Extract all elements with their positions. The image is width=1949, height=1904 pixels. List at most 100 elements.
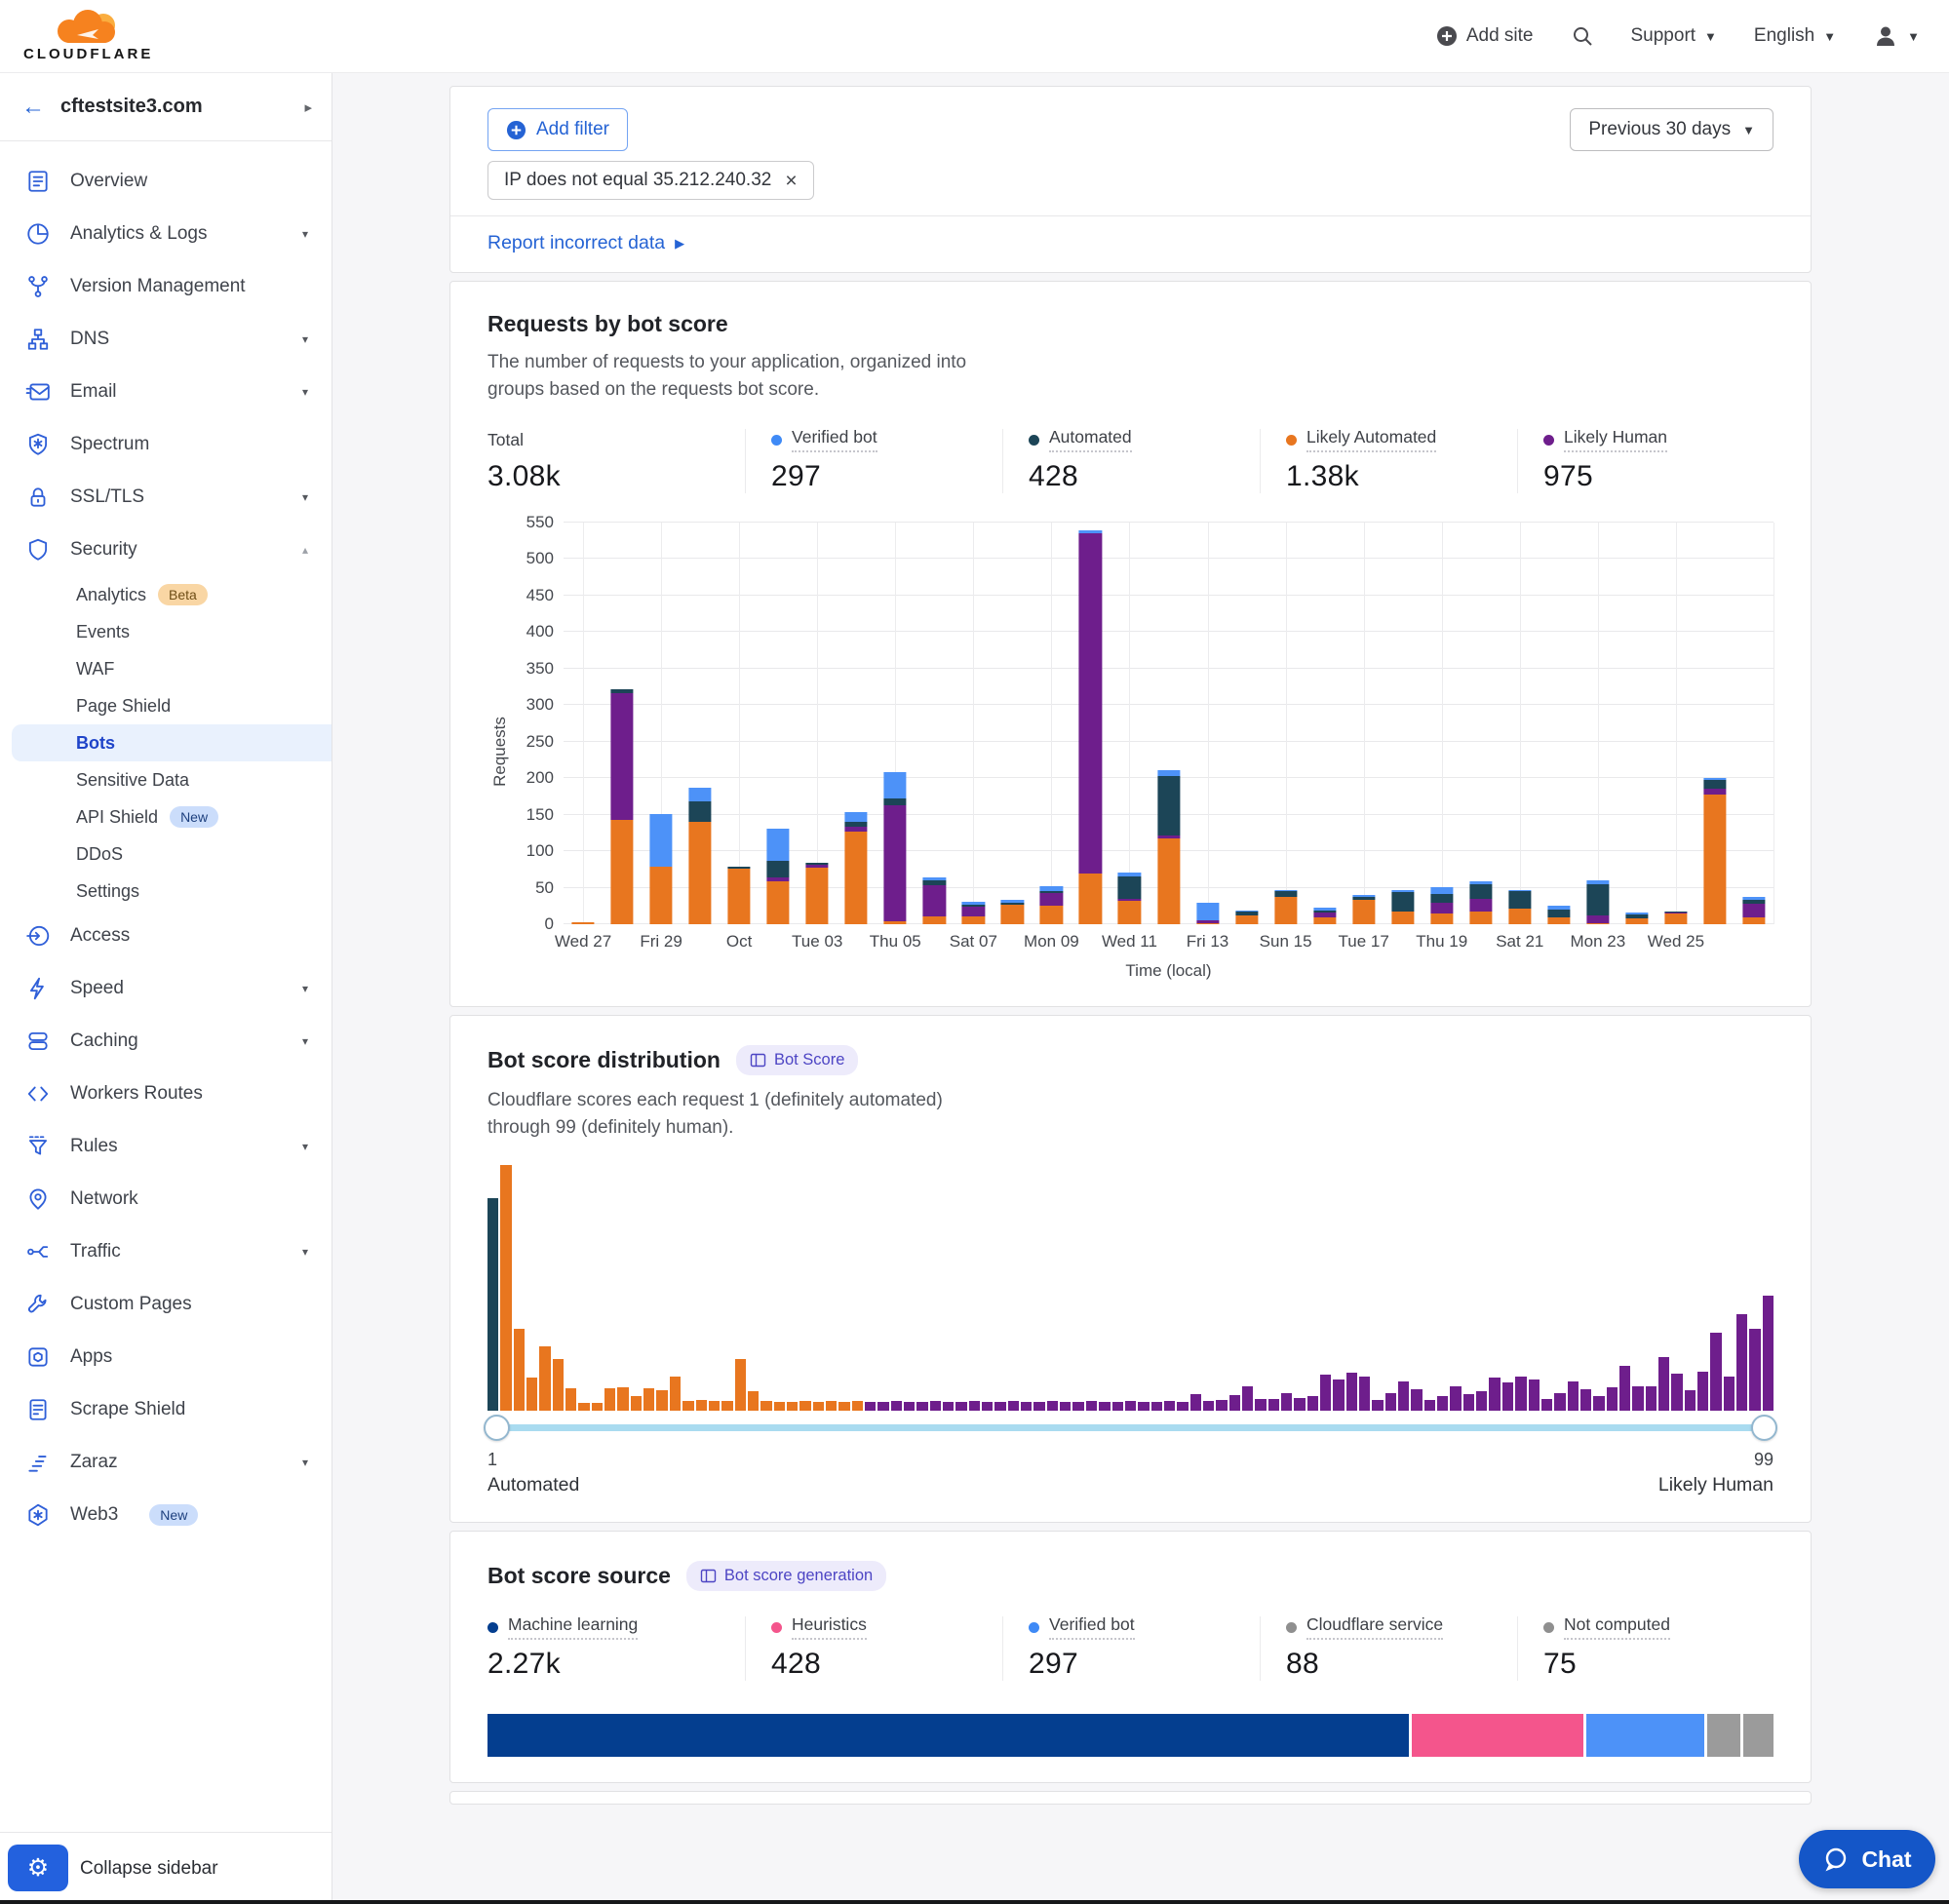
slider-track[interactable] (487, 1424, 1774, 1431)
filter-chip[interactable]: IP does not equal 35.212.240.32 × (487, 161, 814, 200)
sidebar-item-zaraz[interactable]: Zaraz▾ (0, 1436, 331, 1489)
sidebar-item-dns[interactable]: DNS▾ (0, 313, 331, 366)
bot-score-histogram (487, 1165, 1774, 1411)
sidebar-item-api-shield[interactable]: API ShieldNew (12, 798, 331, 835)
chat-button[interactable]: Chat (1799, 1830, 1935, 1888)
stacked-bar[interactable] (1352, 523, 1375, 924)
slider-handle-max[interactable] (1751, 1415, 1777, 1441)
stacked-bar[interactable] (1157, 523, 1180, 924)
sidebar-item-spectrum[interactable]: Spectrum (0, 418, 331, 471)
bar-segment-likely-automated (1196, 923, 1219, 924)
collapse-sidebar-button[interactable]: Collapse sidebar (80, 1858, 218, 1880)
histogram-bar-score-48 (1099, 1402, 1110, 1411)
sidebar-item-speed[interactable]: Speed▾ (0, 962, 331, 1015)
stacked-bar[interactable] (1469, 523, 1492, 924)
stacked-bar[interactable] (1625, 523, 1648, 924)
sidebar-item-network[interactable]: Network (0, 1173, 331, 1225)
sidebar-item-workers-routes[interactable]: Workers Routes (0, 1068, 331, 1120)
stacked-bar[interactable] (1547, 523, 1570, 924)
stacked-bar[interactable] (1430, 523, 1453, 924)
sidebar-item-caching[interactable]: Caching▾ (0, 1015, 331, 1068)
sidebar-item-version-management[interactable]: Version Management (0, 260, 331, 313)
cloudflare-logo[interactable]: CLOUDFLARE (23, 10, 153, 62)
stacked-bar[interactable] (1313, 523, 1336, 924)
sidebar-item-settings[interactable]: Settings (12, 873, 331, 910)
stacked-bar[interactable] (1508, 523, 1531, 924)
stacked-bar[interactable] (610, 523, 633, 924)
close-icon[interactable]: × (785, 171, 797, 191)
sidebar-item-apps[interactable]: Apps (0, 1331, 331, 1383)
account-menu[interactable]: ▼ (1873, 23, 1920, 49)
stacked-bar[interactable] (571, 523, 594, 924)
bar-segment-likely-automated (1040, 906, 1063, 924)
sidebar-item-scrape-shield[interactable]: Scrape Shield (0, 1383, 331, 1436)
stacked-bar[interactable] (1118, 523, 1141, 924)
bar-segment-automated (1118, 876, 1141, 898)
stacked-bar[interactable] (1274, 523, 1297, 924)
stacked-bar[interactable] (1040, 523, 1063, 924)
card-description: Cloudflare scores each request 1 (defini… (487, 1087, 1774, 1142)
stacked-bar[interactable] (728, 523, 751, 924)
support-menu[interactable]: Support ▼ (1631, 25, 1717, 47)
stacked-bar[interactable] (767, 523, 790, 924)
sidebar-item-email[interactable]: Email▾ (0, 366, 331, 418)
add-site-button[interactable]: Add site (1436, 25, 1534, 47)
histogram-bar-score-28 (838, 1402, 849, 1411)
date-range-dropdown[interactable]: Previous 30 days ▼ (1570, 108, 1774, 151)
stacked-bar[interactable] (1586, 523, 1609, 924)
sidebar-item-waf[interactable]: WAF (12, 650, 331, 687)
stacked-bar[interactable] (1196, 523, 1219, 924)
back-arrow-icon[interactable]: ← (21, 94, 45, 121)
slider-handle-min[interactable] (484, 1415, 510, 1441)
bot-score-generation-docs-badge[interactable]: Bot score generation (686, 1561, 886, 1591)
sidebar-item-access[interactable]: Access (0, 910, 331, 962)
bar-segment-likely-automated (1703, 795, 1726, 924)
stacked-bar[interactable] (649, 523, 672, 924)
stacked-bar[interactable] (923, 523, 946, 924)
report-incorrect-data-link[interactable]: Report incorrect data ▶ (487, 232, 684, 254)
sidebar-item-ssl-tls[interactable]: SSL/TLS▾ (0, 471, 331, 524)
search-icon[interactable] (1571, 24, 1594, 48)
settings-gear-button[interactable]: ⚙ (8, 1845, 68, 1891)
sidebar-item-label: Zaraz (70, 1452, 283, 1473)
stacked-bar[interactable] (1742, 523, 1765, 924)
stacked-bar[interactable] (845, 523, 868, 924)
x-tick-label: Wed 11 (1102, 932, 1157, 952)
sidebar-item-page-shield[interactable]: Page Shield (12, 687, 331, 724)
histogram-bar-score-61 (1268, 1399, 1279, 1411)
sidebar-item-events[interactable]: Events (12, 613, 331, 650)
sidebar-item-analytics-logs[interactable]: Analytics & Logs▾ (0, 208, 331, 260)
stacked-bar[interactable] (689, 523, 712, 924)
sidebar-item-traffic[interactable]: Traffic▾ (0, 1225, 331, 1278)
sidebar-item-security[interactable]: Security▴ (0, 524, 331, 576)
chevron-right-icon[interactable]: ▸ (304, 98, 312, 116)
stacked-bar[interactable] (1703, 523, 1726, 924)
sidebar-item-web3[interactable]: Web3New (0, 1489, 331, 1541)
sidebar-item-bots[interactable]: Bots (12, 724, 331, 761)
stacked-bar[interactable] (1664, 523, 1687, 924)
stacked-bar[interactable] (1079, 523, 1102, 924)
bar-segment-automated (1703, 780, 1726, 789)
sidebar-item-overview[interactable]: Overview (0, 155, 331, 208)
sidebar-item-ddos[interactable]: DDoS (12, 835, 331, 873)
stacked-bar[interactable] (962, 523, 985, 924)
sidebar-item-custom-pages[interactable]: Custom Pages (0, 1278, 331, 1331)
stacked-bar[interactable] (884, 523, 907, 924)
sidebar-item-analytics[interactable]: AnalyticsBeta (12, 576, 331, 613)
stacked-bar[interactable] (1001, 523, 1024, 924)
add-filter-button[interactable]: Add filter (487, 108, 628, 151)
cloudflare-dashboard: CLOUDFLARE Add site Support ▼ English ▼ (0, 0, 1949, 1904)
sidebar-item-sensitive-data[interactable]: Sensitive Data (12, 761, 331, 798)
filter-card: Add filter Previous 30 days ▼ IP does no… (449, 86, 1812, 273)
stacked-bar[interactable] (1235, 523, 1258, 924)
sidebar-item-rules[interactable]: Rules▾ (0, 1120, 331, 1173)
stat-total: Total3.08k (487, 429, 745, 493)
stacked-bar[interactable] (1391, 523, 1414, 924)
wrench-icon (25, 1292, 51, 1317)
histogram-bar-score-7 (565, 1388, 576, 1411)
histogram-bar-score-52 (1151, 1402, 1162, 1411)
stacked-bar[interactable] (806, 523, 829, 924)
language-menu[interactable]: English ▼ (1754, 25, 1836, 47)
bot-score-docs-badge[interactable]: Bot Score (736, 1045, 858, 1075)
stat-verified-bot: Verified bot297 (1002, 1616, 1260, 1681)
